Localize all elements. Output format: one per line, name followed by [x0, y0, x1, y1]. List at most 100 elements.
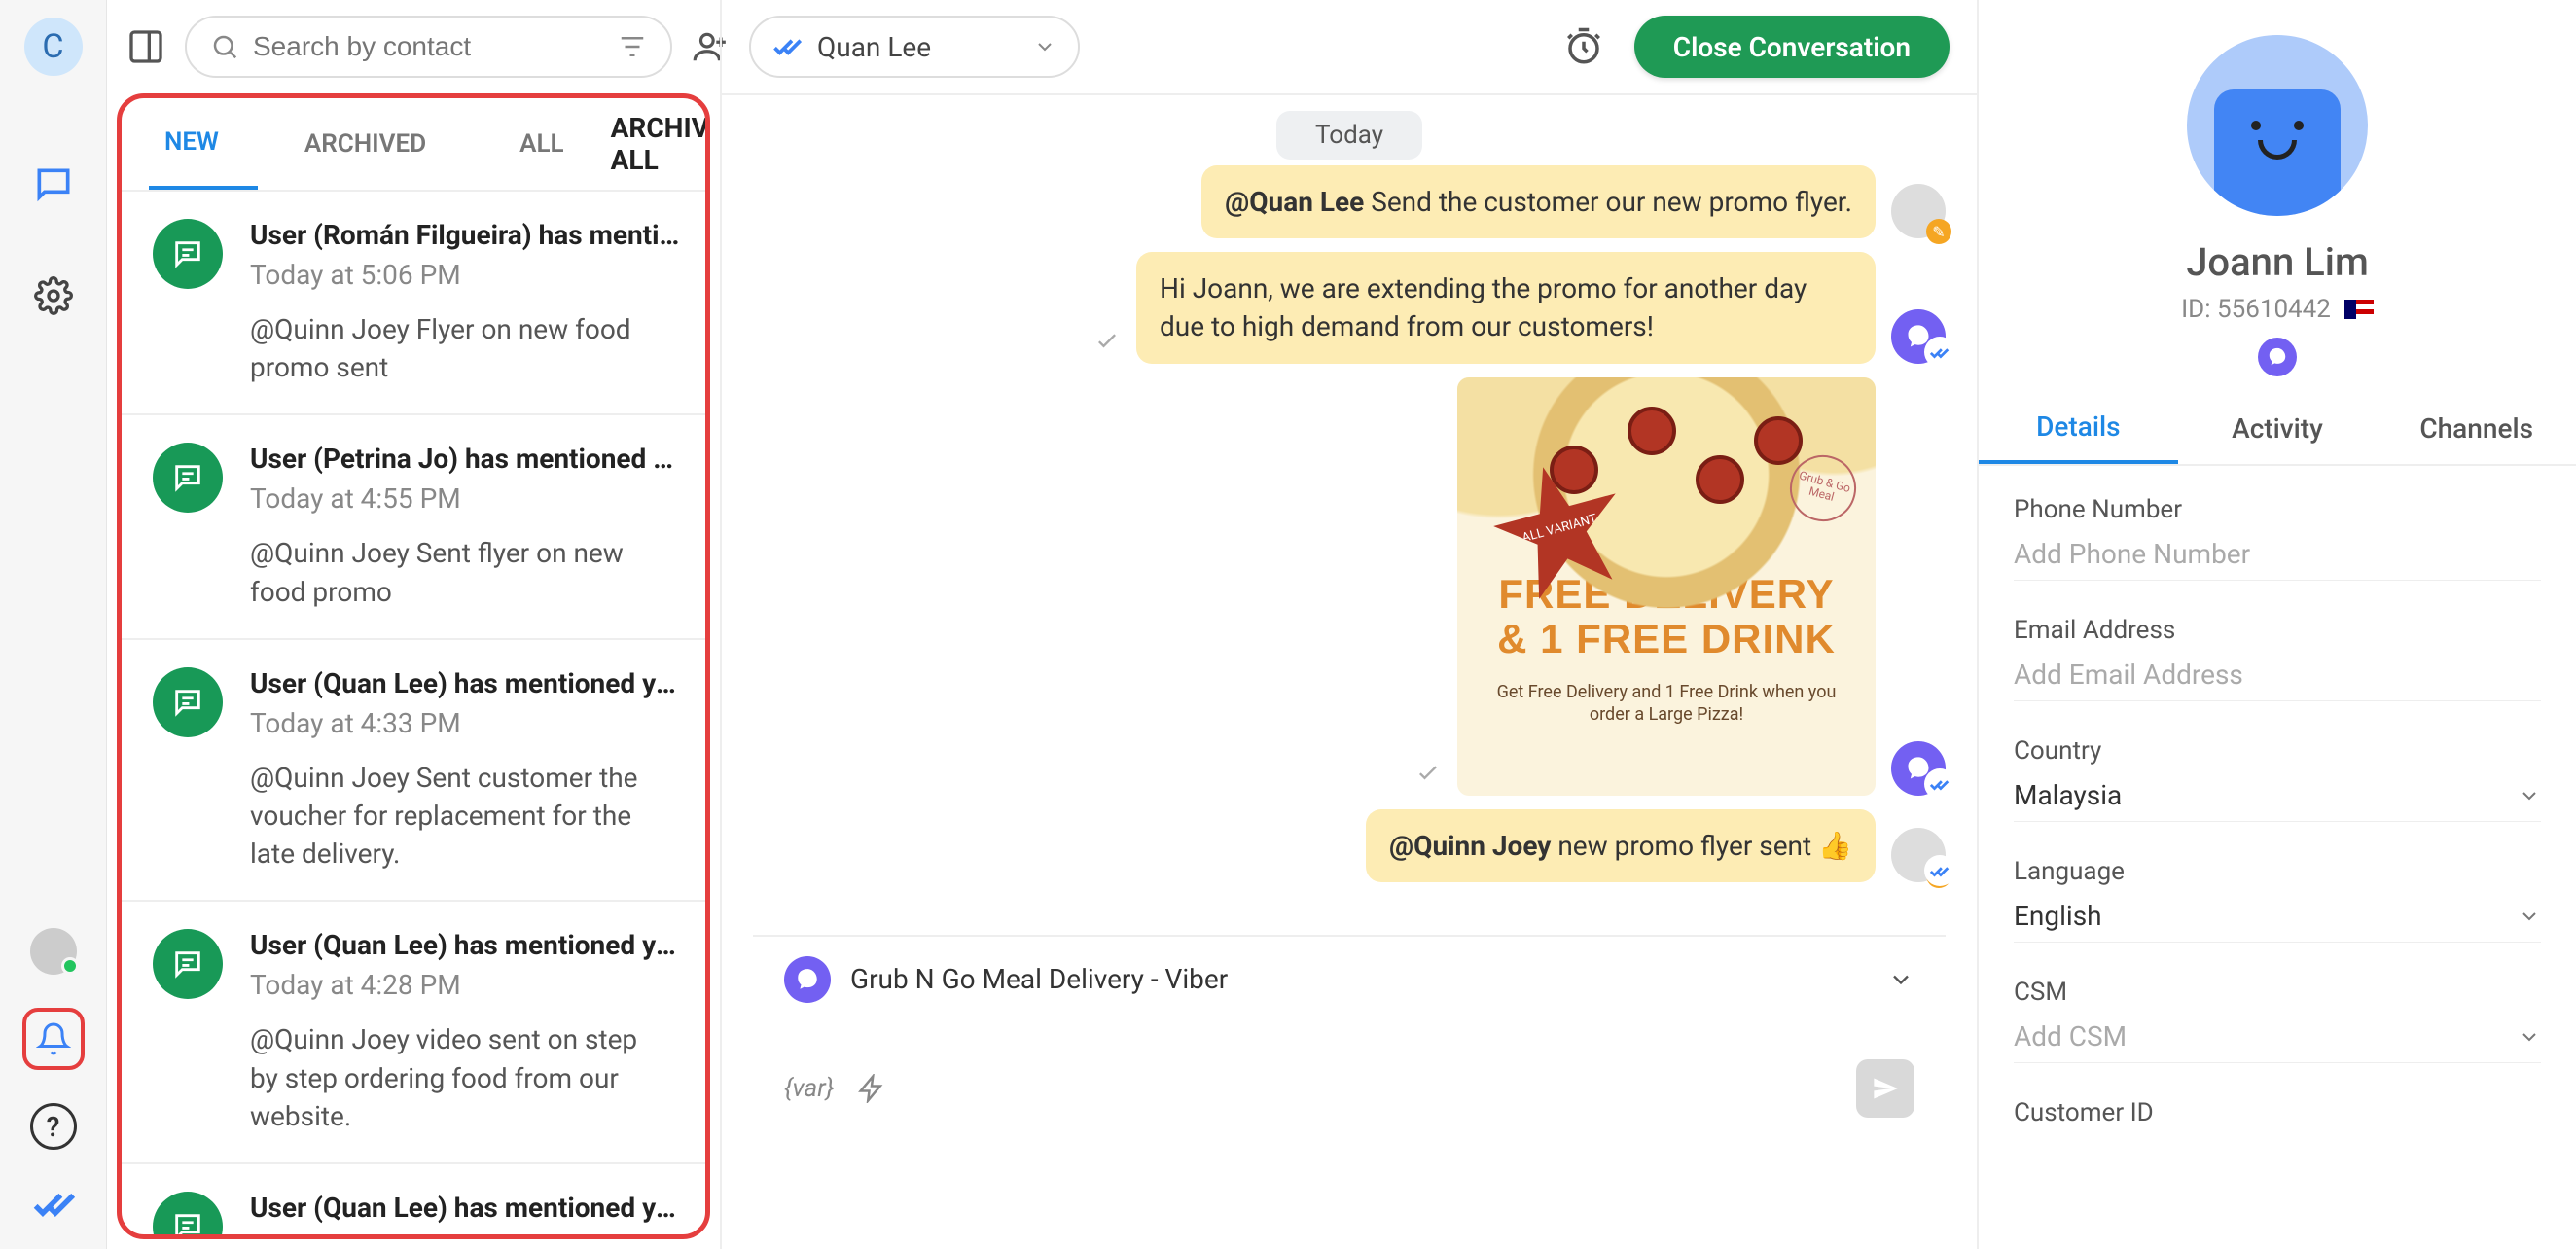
internal-note: @Quinn Joey new promo flyer sent 👍: [1366, 809, 1876, 882]
notification-time: Today at 4:55 PM: [250, 482, 682, 515]
notifications-icon[interactable]: [22, 1008, 85, 1070]
assignee-name: Quan Lee: [817, 31, 931, 63]
field-placeholder[interactable]: Add CSM: [2014, 1020, 2127, 1053]
field-label: Email Address: [2014, 616, 2541, 645]
snooze-icon[interactable]: [1556, 19, 1611, 74]
flyer-subtitle: Get Free Delivery and 1 Free Drink when …: [1457, 681, 1876, 727]
field-csm[interactable]: CSM Add CSM: [2014, 978, 2541, 1063]
tab-channels[interactable]: Channels: [2377, 392, 2576, 464]
mention: @Quan Lee: [1225, 186, 1364, 218]
notification-time: Today at 5:06 PM: [250, 259, 682, 291]
search-input-wrap[interactable]: [185, 16, 672, 78]
field-label: Phone Number: [2014, 495, 2541, 524]
viber-icon: [784, 956, 831, 1003]
field-label: Customer ID: [2014, 1098, 2541, 1127]
archive-all-button[interactable]: ARCHIVE ALL: [611, 112, 710, 176]
field-customer-id[interactable]: Customer ID: [2014, 1098, 2541, 1141]
field-placeholder[interactable]: Add Phone Number: [2014, 538, 2541, 581]
channel-avatar: [1891, 309, 1946, 364]
tab-details[interactable]: Details: [1979, 392, 2178, 464]
read-checks-icon: [1924, 855, 1955, 886]
inbox-panel: NEW ARCHIVED ALL ARCHIVE ALL User (Román…: [107, 0, 720, 1249]
field-email[interactable]: Email Address Add Email Address: [2014, 616, 2541, 701]
search-icon: [210, 32, 239, 61]
variable-icon[interactable]: {var}: [784, 1074, 834, 1103]
comment-icon: [153, 667, 223, 737]
notification-time: Today at 4:28 PM: [250, 969, 682, 1001]
field-label: Country: [2014, 736, 2541, 766]
outgoing-message: Hi Joann, we are extending the promo for…: [1136, 252, 1876, 363]
notification-title: User (Petrina Jo) has mentioned you in a…: [250, 443, 682, 475]
contact-name: Joann Lim: [2186, 239, 2369, 285]
notification-text: @Quinn Joey video sent on step by step o…: [250, 1020, 682, 1135]
notification-time: Today at 4:17 PM: [250, 1231, 682, 1234]
agent-avatar: ✎: [1891, 184, 1946, 238]
field-label: CSM: [2014, 978, 2541, 1007]
comment-icon: [153, 219, 223, 289]
tab-archived[interactable]: ARCHIVED: [258, 98, 473, 190]
close-conversation-button[interactable]: Close Conversation: [1634, 16, 1950, 78]
help-icon[interactable]: ?: [30, 1103, 77, 1150]
notification-title: User (Quan Lee) has mentioned you in a c…: [250, 667, 682, 699]
presence-indicator: [61, 957, 79, 975]
chevron-down-icon: [1033, 35, 1056, 58]
notification-text: @Quinn Joey Sent customer the voucher fo…: [250, 759, 682, 874]
search-input[interactable]: [253, 31, 604, 62]
notification-item[interactable]: User (Quan Lee) has mentioned you in a c…: [122, 902, 705, 1164]
channel-name: Grub N Go Meal Delivery - Viber: [850, 963, 1868, 995]
day-separator: Today: [1276, 111, 1422, 160]
settings-icon[interactable]: [22, 265, 85, 327]
notification-list: User (Román Filgueira) has mentioned you…: [122, 192, 705, 1234]
agent-avatar: ✎: [1891, 828, 1946, 882]
contact-avatar: [2187, 35, 2368, 216]
filter-icon[interactable]: [618, 32, 647, 61]
notification-text: @Quinn Joey Flyer on new food promo sent: [250, 310, 682, 386]
notification-item[interactable]: User (Quan Lee) has mentioned you in a c…: [122, 640, 705, 903]
read-checks-icon: [1924, 768, 1955, 800]
note-badge-icon: ✎: [1926, 219, 1951, 244]
current-user-avatar[interactable]: [30, 928, 77, 975]
collapse-panel-icon[interactable]: [126, 21, 165, 72]
tab-all[interactable]: ALL: [473, 98, 610, 190]
chevron-down-icon: [2518, 784, 2541, 807]
checks-icon: [772, 32, 802, 61]
assignee-dropdown[interactable]: Quan Lee: [749, 16, 1080, 78]
notification-item[interactable]: User (Petrina Jo) has mentioned you in a…: [122, 415, 705, 639]
workspace-avatar[interactable]: C: [24, 18, 83, 76]
notification-title: User (Quan Lee) has mentioned you in a c…: [250, 1192, 682, 1224]
messages-icon[interactable]: [22, 154, 85, 216]
chevron-down-icon: [1887, 966, 1914, 993]
viber-channel-icon[interactable]: [2258, 338, 2297, 376]
comment-icon: [153, 443, 223, 513]
message-composer: {var}: [753, 1036, 1946, 1141]
brand-mark-icon: [32, 1183, 75, 1226]
nav-rail: C ?: [0, 0, 107, 1249]
internal-note: @Quan Lee Send the customer our new prom…: [1201, 165, 1876, 238]
contact-id: ID: 55610442: [2181, 295, 2374, 324]
contact-panel: Joann Lim ID: 55610442 Details Activity …: [1979, 0, 2576, 1249]
notification-item[interactable]: User (Román Filgueira) has mentioned you…: [122, 192, 705, 415]
promo-flyer-image[interactable]: ALL VARIANT Grub & Go Meal FREE DELIVERY…: [1457, 377, 1876, 796]
field-label: Language: [2014, 857, 2541, 886]
conversation-panel: Quan Lee Close Conversation Today @Quan …: [720, 0, 1979, 1249]
notification-text: @Quinn Joey Sent flyer on new food promo: [250, 534, 682, 610]
notification-title: User (Quan Lee) has mentioned you in a c…: [250, 929, 682, 961]
note-text: Send the customer our new promo flyer.: [1364, 186, 1852, 218]
tab-activity[interactable]: Activity: [2178, 392, 2378, 464]
note-text: new promo flyer sent 👍: [1551, 830, 1852, 862]
field-placeholder[interactable]: Add Email Address: [2014, 659, 2541, 701]
tab-new[interactable]: NEW: [149, 98, 258, 190]
notification-item[interactable]: User (Quan Lee) has mentioned you in a c…: [122, 1164, 705, 1234]
channel-selector[interactable]: Grub N Go Meal Delivery - Viber: [753, 935, 1946, 1022]
field-country[interactable]: Country Malaysia: [2014, 736, 2541, 822]
notification-dropdown: NEW ARCHIVED ALL ARCHIVE ALL User (Román…: [117, 93, 710, 1239]
read-checks-icon: [1924, 337, 1955, 368]
mention: @Quinn Joey: [1389, 830, 1551, 862]
field-phone[interactable]: Phone Number Add Phone Number: [2014, 495, 2541, 581]
field-language[interactable]: Language English: [2014, 857, 2541, 943]
notification-time: Today at 4:33 PM: [250, 707, 682, 739]
delivered-check-icon: [1414, 759, 1442, 786]
comment-icon: [153, 1192, 223, 1234]
quick-action-icon[interactable]: [857, 1074, 886, 1103]
send-button[interactable]: [1856, 1059, 1914, 1118]
